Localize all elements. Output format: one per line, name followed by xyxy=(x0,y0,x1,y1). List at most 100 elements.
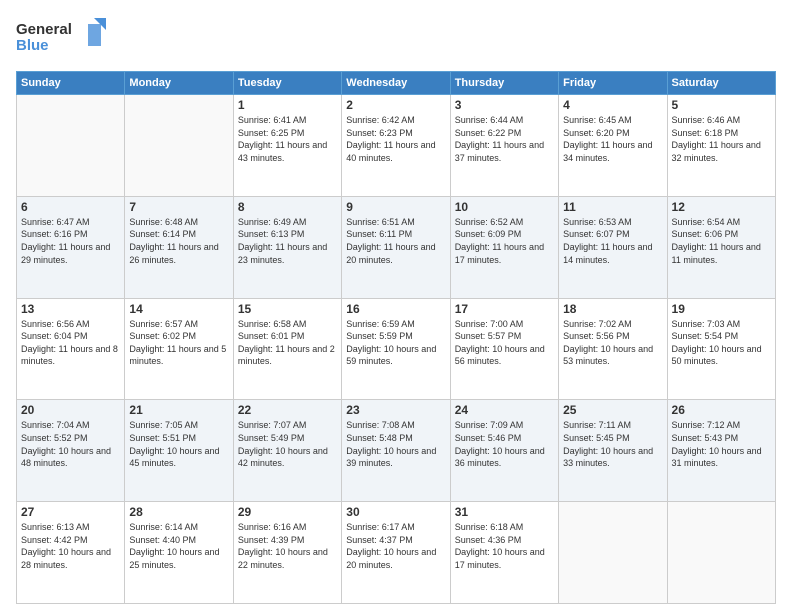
day-number: 14 xyxy=(129,302,228,316)
day-number: 31 xyxy=(455,505,554,519)
calendar-week-row: 27 Sunrise: 6:13 AM Sunset: 4:42 PM Dayli… xyxy=(17,502,776,604)
calendar-cell: 16 Sunrise: 6:59 AM Sunset: 5:59 PM Dayli… xyxy=(342,298,450,400)
day-number: 18 xyxy=(563,302,662,316)
day-number: 2 xyxy=(346,98,445,112)
day-info: Sunrise: 7:00 AM Sunset: 5:57 PM Dayligh… xyxy=(455,318,554,368)
page: General Blue SundayMondayTuesdayWednesda… xyxy=(0,0,792,612)
day-number: 25 xyxy=(563,403,662,417)
day-number: 26 xyxy=(672,403,771,417)
calendar-week-row: 1 Sunrise: 6:41 AM Sunset: 6:25 PM Daylig… xyxy=(17,95,776,197)
calendar-cell: 30 Sunrise: 6:17 AM Sunset: 4:37 PM Dayli… xyxy=(342,502,450,604)
day-number: 24 xyxy=(455,403,554,417)
day-number: 8 xyxy=(238,200,337,214)
calendar-cell: 17 Sunrise: 7:00 AM Sunset: 5:57 PM Dayli… xyxy=(450,298,558,400)
calendar-cell: 12 Sunrise: 6:54 AM Sunset: 6:06 PM Dayli… xyxy=(667,196,775,298)
day-info: Sunrise: 7:04 AM Sunset: 5:52 PM Dayligh… xyxy=(21,419,120,469)
day-info: Sunrise: 6:48 AM Sunset: 6:14 PM Dayligh… xyxy=(129,216,228,266)
day-number: 17 xyxy=(455,302,554,316)
calendar-cell: 6Sunrise: 6:47 AM Sunset: 6:16 PM Daylig… xyxy=(17,196,125,298)
calendar-cell: 8Sunrise: 6:49 AM Sunset: 6:13 PM Daylig… xyxy=(233,196,341,298)
day-number: 22 xyxy=(238,403,337,417)
calendar-cell: 14 Sunrise: 6:57 AM Sunset: 6:02 PM Dayli… xyxy=(125,298,233,400)
calendar-cell: 25 Sunrise: 7:11 AM Sunset: 5:45 PM Dayli… xyxy=(559,400,667,502)
day-number: 30 xyxy=(346,505,445,519)
calendar-day-header: Tuesday xyxy=(233,72,341,95)
day-number: 3 xyxy=(455,98,554,112)
calendar-cell: 13 Sunrise: 6:56 AM Sunset: 6:04 PM Dayli… xyxy=(17,298,125,400)
calendar-header-row: SundayMondayTuesdayWednesdayThursdayFrid… xyxy=(17,72,776,95)
calendar-table: SundayMondayTuesdayWednesdayThursdayFrid… xyxy=(16,71,776,604)
day-info: Sunrise: 6:52 AM Sunset: 6:09 PM Dayligh… xyxy=(455,216,554,266)
calendar-cell: 3 Sunrise: 6:44 AM Sunset: 6:22 PM Daylig… xyxy=(450,95,558,197)
calendar-cell: 18Sunrise: 7:02 AM Sunset: 5:56 PM Dayli… xyxy=(559,298,667,400)
day-number: 29 xyxy=(238,505,337,519)
calendar-cell: 2 Sunrise: 6:42 AM Sunset: 6:23 PM Daylig… xyxy=(342,95,450,197)
day-number: 9 xyxy=(346,200,445,214)
calendar-cell: 28 Sunrise: 6:14 AM Sunset: 4:40 PM Dayli… xyxy=(125,502,233,604)
calendar-cell: 7 Sunrise: 6:48 AM Sunset: 6:14 PM Daylig… xyxy=(125,196,233,298)
day-info: Sunrise: 6:42 AM Sunset: 6:23 PM Dayligh… xyxy=(346,114,445,164)
calendar-cell: 5 Sunrise: 6:46 AM Sunset: 6:18 PM Daylig… xyxy=(667,95,775,197)
day-info: Sunrise: 6:54 AM Sunset: 6:06 PM Dayligh… xyxy=(672,216,771,266)
calendar-cell: 11Sunrise: 6:53 AM Sunset: 6:07 PM Dayli… xyxy=(559,196,667,298)
calendar-week-row: 20 Sunrise: 7:04 AM Sunset: 5:52 PM Dayli… xyxy=(17,400,776,502)
calendar-cell xyxy=(17,95,125,197)
calendar-cell: 29Sunrise: 6:16 AM Sunset: 4:39 PM Dayli… xyxy=(233,502,341,604)
day-info: Sunrise: 6:51 AM Sunset: 6:11 PM Dayligh… xyxy=(346,216,445,266)
day-number: 6 xyxy=(21,200,120,214)
day-number: 12 xyxy=(672,200,771,214)
day-info: Sunrise: 7:09 AM Sunset: 5:46 PM Dayligh… xyxy=(455,419,554,469)
calendar-day-header: Thursday xyxy=(450,72,558,95)
svg-text:Blue: Blue xyxy=(16,37,49,54)
calendar-cell: 22 Sunrise: 7:07 AM Sunset: 5:49 PM Dayli… xyxy=(233,400,341,502)
calendar-cell xyxy=(125,95,233,197)
logo-text: General Blue xyxy=(16,16,106,63)
day-number: 13 xyxy=(21,302,120,316)
day-info: Sunrise: 6:18 AM Sunset: 4:36 PM Dayligh… xyxy=(455,521,554,571)
calendar-cell: 21 Sunrise: 7:05 AM Sunset: 5:51 PM Dayli… xyxy=(125,400,233,502)
day-info: Sunrise: 7:05 AM Sunset: 5:51 PM Dayligh… xyxy=(129,419,228,469)
day-info: Sunrise: 6:41 AM Sunset: 6:25 PM Dayligh… xyxy=(238,114,337,164)
calendar-cell: 27 Sunrise: 6:13 AM Sunset: 4:42 PM Dayli… xyxy=(17,502,125,604)
day-info: Sunrise: 7:03 AM Sunset: 5:54 PM Dayligh… xyxy=(672,318,771,368)
calendar-cell: 26Sunrise: 7:12 AM Sunset: 5:43 PM Dayli… xyxy=(667,400,775,502)
day-number: 7 xyxy=(129,200,228,214)
calendar-cell xyxy=(559,502,667,604)
calendar-cell: 15 Sunrise: 6:58 AM Sunset: 6:01 PM Dayli… xyxy=(233,298,341,400)
day-info: Sunrise: 6:59 AM Sunset: 5:59 PM Dayligh… xyxy=(346,318,445,368)
svg-text:General: General xyxy=(16,21,72,38)
day-number: 28 xyxy=(129,505,228,519)
calendar-day-header: Monday xyxy=(125,72,233,95)
day-info: Sunrise: 7:07 AM Sunset: 5:49 PM Dayligh… xyxy=(238,419,337,469)
day-number: 21 xyxy=(129,403,228,417)
day-number: 23 xyxy=(346,403,445,417)
calendar-day-header: Saturday xyxy=(667,72,775,95)
day-number: 15 xyxy=(238,302,337,316)
day-info: Sunrise: 6:45 AM Sunset: 6:20 PM Dayligh… xyxy=(563,114,662,164)
calendar-week-row: 13 Sunrise: 6:56 AM Sunset: 6:04 PM Dayli… xyxy=(17,298,776,400)
day-info: Sunrise: 6:58 AM Sunset: 6:01 PM Dayligh… xyxy=(238,318,337,368)
calendar-day-header: Wednesday xyxy=(342,72,450,95)
day-info: Sunrise: 6:44 AM Sunset: 6:22 PM Dayligh… xyxy=(455,114,554,164)
day-number: 4 xyxy=(563,98,662,112)
day-info: Sunrise: 6:53 AM Sunset: 6:07 PM Dayligh… xyxy=(563,216,662,266)
day-info: Sunrise: 6:57 AM Sunset: 6:02 PM Dayligh… xyxy=(129,318,228,368)
day-info: Sunrise: 6:14 AM Sunset: 4:40 PM Dayligh… xyxy=(129,521,228,571)
calendar-cell: 23Sunrise: 7:08 AM Sunset: 5:48 PM Dayli… xyxy=(342,400,450,502)
day-number: 27 xyxy=(21,505,120,519)
day-info: Sunrise: 6:56 AM Sunset: 6:04 PM Dayligh… xyxy=(21,318,120,368)
calendar-day-header: Friday xyxy=(559,72,667,95)
calendar-cell: 24 Sunrise: 7:09 AM Sunset: 5:46 PM Dayli… xyxy=(450,400,558,502)
calendar-cell: 10Sunrise: 6:52 AM Sunset: 6:09 PM Dayli… xyxy=(450,196,558,298)
day-info: Sunrise: 6:17 AM Sunset: 4:37 PM Dayligh… xyxy=(346,521,445,571)
calendar-cell: 20 Sunrise: 7:04 AM Sunset: 5:52 PM Dayli… xyxy=(17,400,125,502)
day-info: Sunrise: 7:11 AM Sunset: 5:45 PM Dayligh… xyxy=(563,419,662,469)
calendar-cell: 9 Sunrise: 6:51 AM Sunset: 6:11 PM Daylig… xyxy=(342,196,450,298)
day-number: 16 xyxy=(346,302,445,316)
day-info: Sunrise: 6:46 AM Sunset: 6:18 PM Dayligh… xyxy=(672,114,771,164)
day-number: 5 xyxy=(672,98,771,112)
day-number: 1 xyxy=(238,98,337,112)
day-number: 20 xyxy=(21,403,120,417)
day-info: Sunrise: 6:13 AM Sunset: 4:42 PM Dayligh… xyxy=(21,521,120,571)
calendar-cell: 31 Sunrise: 6:18 AM Sunset: 4:36 PM Dayli… xyxy=(450,502,558,604)
